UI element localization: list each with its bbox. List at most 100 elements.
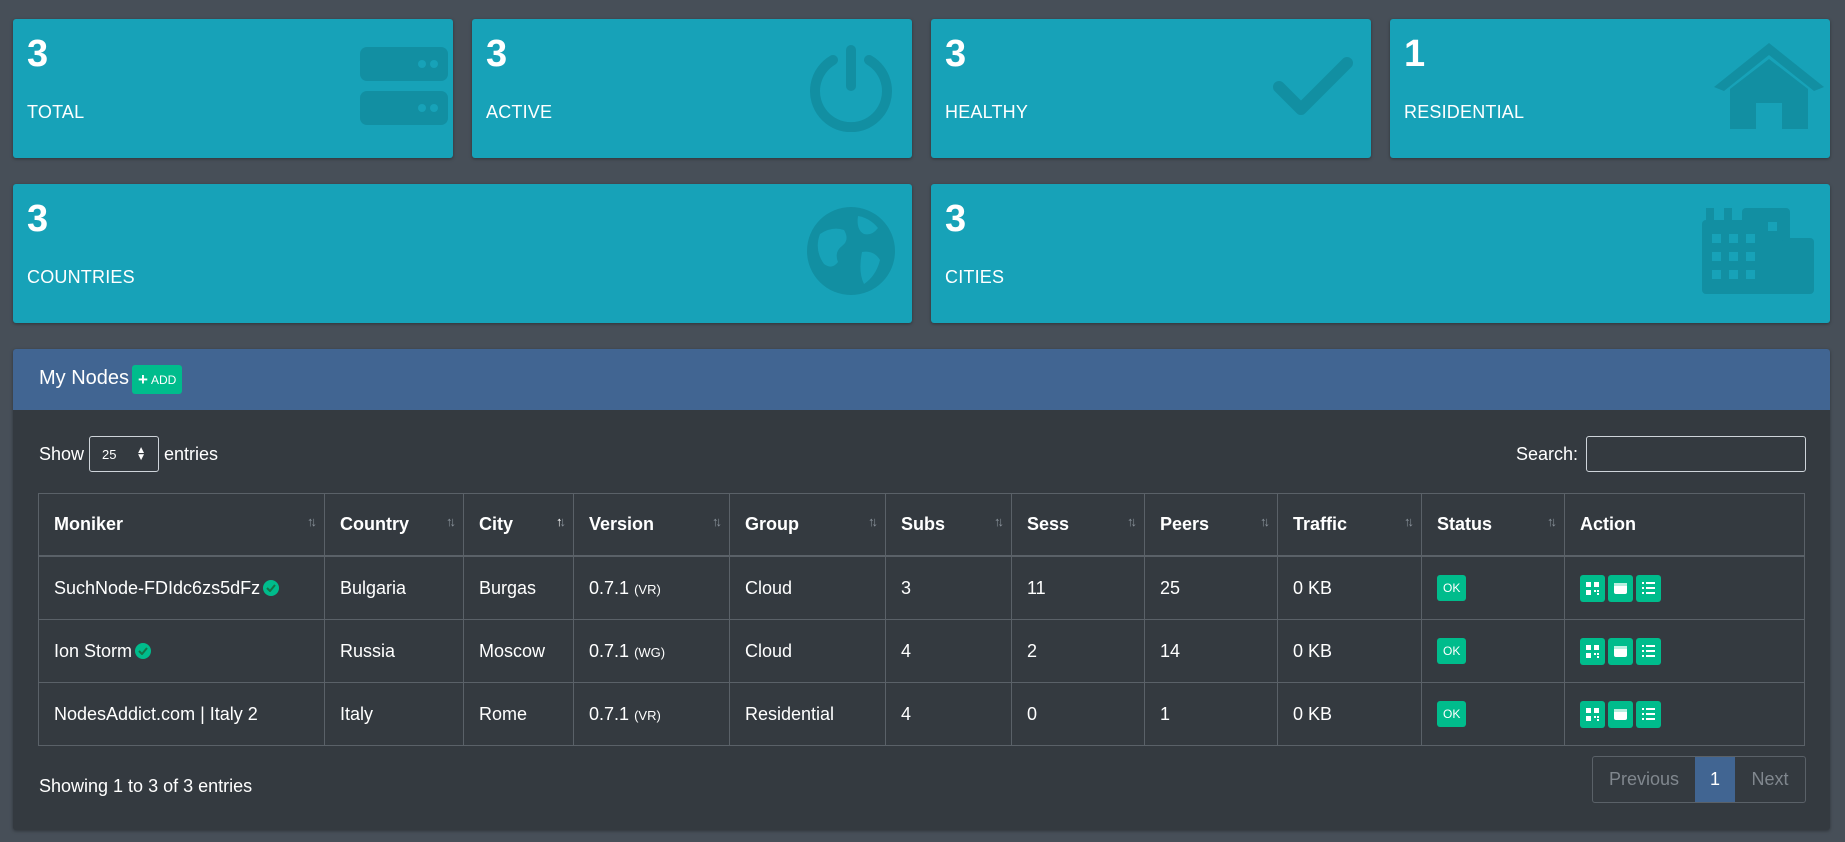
plus-icon: + [138,370,148,389]
status-badge: OK [1437,638,1467,664]
check-icon [1273,55,1353,117]
cell-subs: 4 [885,619,1012,683]
cell-moniker: Ion Storm [38,619,325,683]
details-list-button[interactable] [1636,700,1661,728]
version-text: 0.7.1 [589,703,630,724]
column-label: Country [340,514,409,534]
column-label: Status [1437,514,1493,534]
cell-subs: 4 [885,682,1012,746]
nodes-table: Moniker ↑↓ Country ↑↓ City ↑↓ Version ↑↓ Gro… [38,493,1805,746]
stat-card-active: 3 ACTIVE [472,19,912,158]
column-header-group[interactable]: Group ↑↓ [729,493,886,557]
search-label: Search: [1515,443,1578,464]
cell-sess: 11 [1011,555,1145,620]
column-label: Group [745,514,799,534]
stat-value: 3 [945,33,967,75]
status-badge: OK [1437,701,1467,727]
search-control: Search: [1516,436,1806,472]
stat-value: 3 [27,33,49,75]
cell-version: 0.7.1 (WG) [573,619,730,683]
details-list-button[interactable] [1636,574,1661,602]
column-header-version[interactable]: Version ↑↓ [573,493,730,557]
sort-icon: ↑↓ [712,514,722,529]
column-header-status[interactable]: Status ↑↓ [1421,493,1565,557]
cell-sess: 2 [1011,619,1145,683]
column-label: Peers [1160,514,1210,534]
sort-icon: ↑↓ [1260,514,1270,529]
table-row: NodesAddict.com | Italy 2 Italy Rome 0.7… [38,682,1805,746]
stat-label: ACTIVE [486,102,553,122]
sort-icon: ↑↓ [994,514,1004,529]
sort-asc-icon: ↑↓ [556,514,566,529]
sort-icon: ↑↓ [307,514,317,529]
column-header-subs[interactable]: Subs ↑↓ [885,493,1012,557]
sort-icon: ↑↓ [1547,514,1557,529]
stat-value: 3 [27,198,49,240]
column-header-city[interactable]: City ↑↓ [463,493,574,557]
column-header-action: Action [1564,493,1805,557]
stat-value: 3 [945,198,967,240]
column-label: Subs [901,514,946,534]
wallet-button[interactable] [1608,574,1633,602]
stat-card-cities: 3 CITIES [931,184,1830,323]
power-icon [807,44,895,132]
add-button-label: ADD [150,372,177,387]
column-header-moniker[interactable]: Moniker ↑↓ [38,493,325,557]
my-nodes-panel: My Nodes + ADD Show 25 ▲ ▼ entries Search… [13,349,1830,830]
pagination-previous[interactable]: Previous [1593,757,1695,802]
qr-code-button[interactable] [1580,637,1605,665]
list-icon [1642,708,1655,720]
cell-status: OK [1421,682,1565,746]
column-label: Sess [1027,514,1070,534]
cell-country: Italy [324,682,464,746]
search-input[interactable] [1586,436,1806,472]
column-header-traffic[interactable]: Traffic ↑↓ [1277,493,1422,557]
qr-code-button[interactable] [1580,700,1605,728]
pagination-next[interactable]: Next [1735,757,1805,802]
city-icon [1702,208,1814,294]
cell-moniker: NodesAddict.com | Italy 2 [38,682,325,746]
cell-city: Moscow [463,619,574,683]
column-label: City [479,514,514,534]
column-header-country[interactable]: Country ↑↓ [324,493,464,557]
sort-icon: ↑↓ [1127,514,1137,529]
verified-check-icon [135,642,152,659]
wallet-button[interactable] [1608,700,1633,728]
column-header-sess[interactable]: Sess ↑↓ [1011,493,1145,557]
stat-card-total: 3 TOTAL [13,19,453,158]
stat-label: COUNTRIES [27,267,135,287]
cell-group: Residential [729,682,886,746]
entries-per-page-value: 25 [102,446,117,462]
home-icon [1712,41,1826,131]
cell-peers: 1 [1144,682,1278,746]
sort-icon: ↑↓ [868,514,878,529]
entries-label: entries [164,443,219,464]
cell-peers: 14 [1144,619,1278,683]
entries-length-control: Show 25 ▲ ▼ entries [39,436,218,472]
details-list-button[interactable] [1636,637,1661,665]
stat-label: CITIES [945,267,1005,287]
table-row: Ion Storm Russia Moscow 0.7.1 (WG) Cloud… [38,619,1805,683]
qr-code-icon [1586,581,1599,595]
cell-city: Rome [463,682,574,746]
qr-code-icon [1586,707,1599,721]
cell-action [1564,682,1805,746]
pagination-page-1[interactable]: 1 [1695,757,1735,802]
version-type: (VR) [634,707,661,723]
entries-per-page-select[interactable]: 25 ▲ ▼ [89,436,160,472]
qr-code-button[interactable] [1580,574,1605,602]
wallet-button[interactable] [1608,637,1633,665]
panel-title: My Nodes [39,367,130,389]
sort-icon: ↑↓ [446,514,456,529]
column-label: Moniker [54,514,124,534]
table-row: SuchNode-FDIdc6zs5dFz Bulgaria Burgas 0.… [38,555,1805,620]
stat-card-healthy: 3 HEALTHY [931,19,1371,158]
column-header-peers[interactable]: Peers ↑↓ [1144,493,1278,557]
cell-action [1564,555,1805,620]
verified-check-icon [263,579,280,596]
moniker-text: NodesAddict.com | Italy 2 [54,703,258,724]
version-text: 0.7.1 [589,577,630,598]
stat-label: RESIDENTIAL [1404,102,1525,122]
cell-traffic: 0 KB [1277,619,1422,683]
add-node-button[interactable]: + ADD [132,365,183,394]
